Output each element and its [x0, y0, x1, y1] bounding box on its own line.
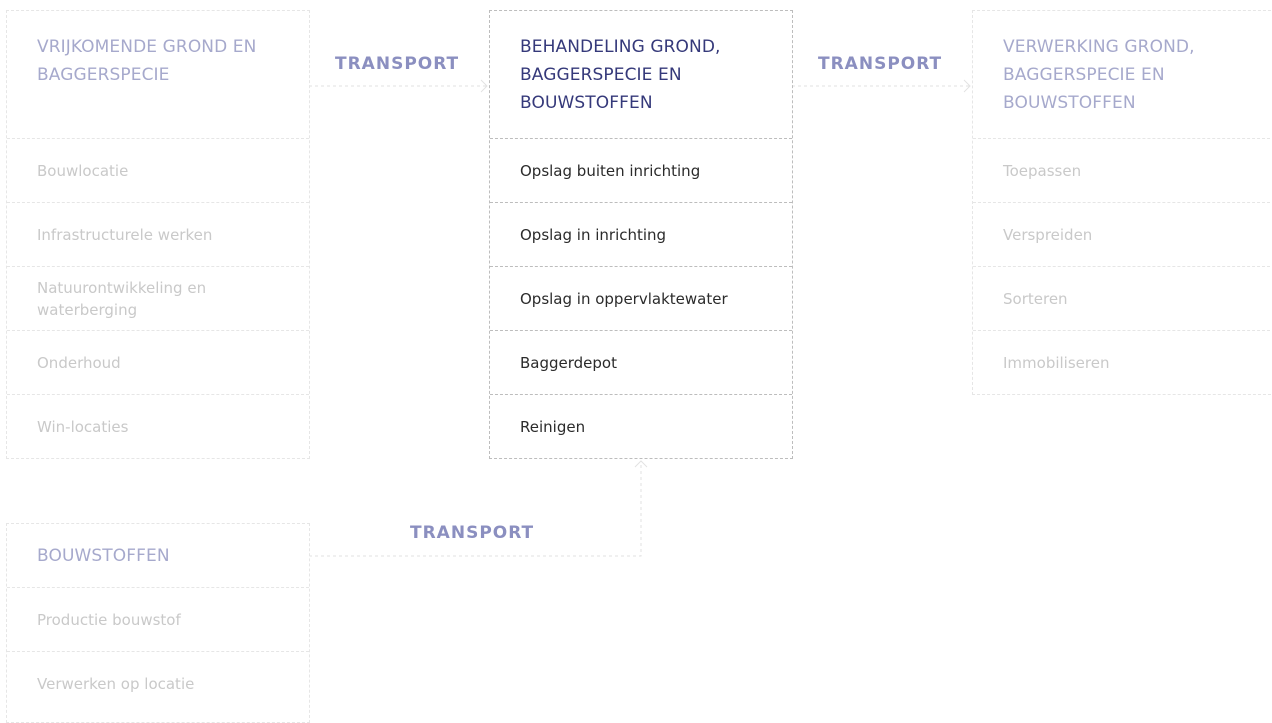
list-item[interactable]: Verspreiden [973, 203, 1272, 267]
behandeling-title: BEHANDELING GROND, BAGGERSPECIE EN BOUWS… [490, 11, 792, 139]
list-item[interactable]: Opslag in inrichting [490, 203, 792, 267]
behandeling-box: BEHANDELING GROND, BAGGERSPECIE EN BOUWS… [489, 10, 793, 459]
transport-label: TRANSPORT [335, 54, 460, 74]
vrijkomende-title: VRIJKOMENDE GROND EN BAGGERSPECIE [7, 11, 309, 139]
list-item[interactable]: Reinigen [490, 395, 792, 459]
list-item[interactable]: Infrastructurele werken [7, 203, 309, 267]
list-item[interactable]: Win-locaties [7, 395, 309, 459]
vrijkomende-box: VRIJKOMENDE GROND EN BAGGERSPECIE Bouwlo… [6, 10, 310, 459]
list-item[interactable]: Bouwlocatie [7, 139, 309, 203]
verwerking-title: VERWERKING GROND, BAGGERSPECIE EN BOUWST… [973, 11, 1272, 139]
list-item[interactable]: Onderhoud [7, 331, 309, 395]
transport-label: TRANSPORT [818, 54, 943, 74]
list-item[interactable]: Productie bouwstof [7, 588, 309, 652]
list-item[interactable]: Toepassen [973, 139, 1272, 203]
transport-label: TRANSPORT [410, 523, 535, 543]
bouwstoffen-title: BOUWSTOFFEN [7, 524, 309, 588]
list-item[interactable]: Immobiliseren [973, 331, 1272, 395]
list-item[interactable]: Baggerdepot [490, 331, 792, 395]
bouwstoffen-box: BOUWSTOFFEN Productie bouwstof Verwerken… [6, 523, 310, 723]
list-item[interactable]: Opslag in oppervlaktewater [490, 267, 792, 331]
list-item[interactable]: Natuurontwikkeling en waterberging [7, 267, 309, 331]
verwerking-box: VERWERKING GROND, BAGGERSPECIE EN BOUWST… [972, 10, 1272, 395]
list-item[interactable]: Opslag buiten inrichting [490, 139, 792, 203]
list-item[interactable]: Sorteren [973, 267, 1272, 331]
list-item[interactable]: Verwerken op locatie [7, 652, 309, 716]
